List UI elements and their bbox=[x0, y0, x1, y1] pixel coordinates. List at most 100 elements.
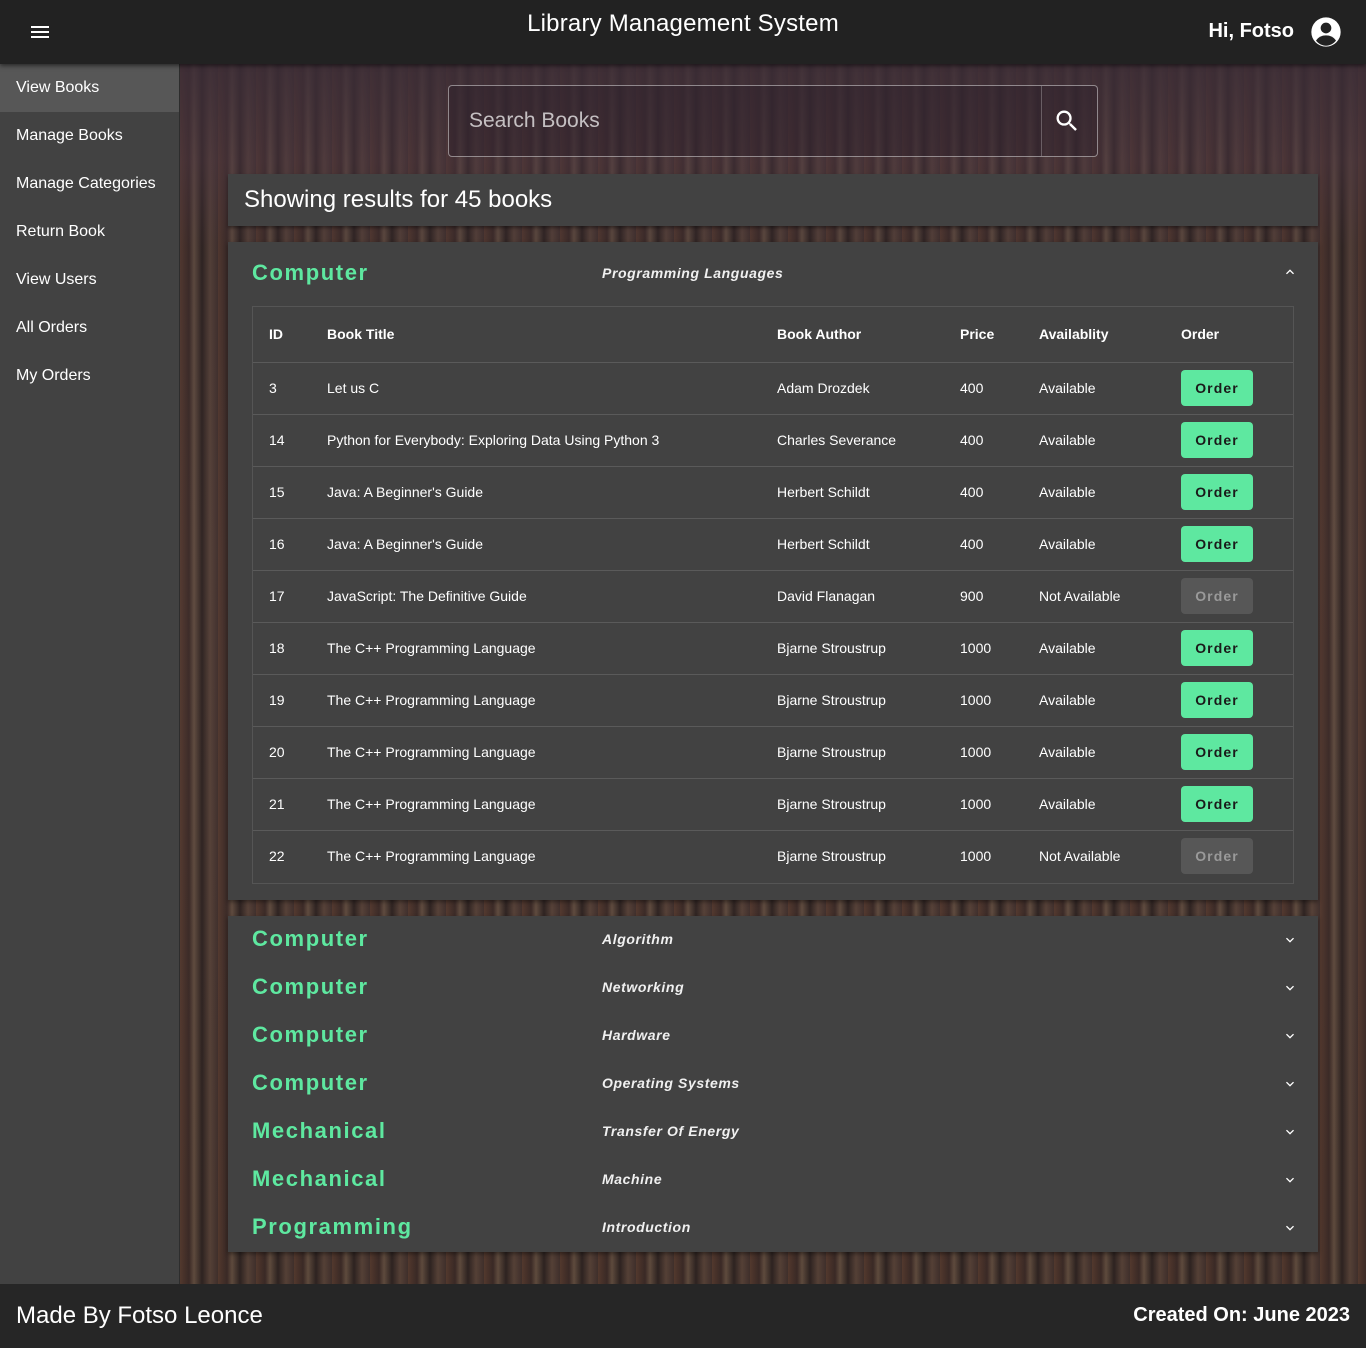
cell-title: The C++ Programming Language bbox=[327, 778, 777, 831]
cell-availability: Available bbox=[1039, 466, 1181, 519]
cell-order: Order bbox=[1181, 674, 1293, 727]
order-button[interactable]: Order bbox=[1181, 630, 1253, 666]
cell-author: Bjarne Stroustrup bbox=[777, 622, 960, 675]
sidebar-item-all-orders[interactable]: All Orders bbox=[0, 304, 179, 352]
order-button-disabled: Order bbox=[1181, 838, 1253, 875]
cell-author: Bjarne Stroustrup bbox=[777, 674, 960, 727]
cell-availability: Available bbox=[1039, 726, 1181, 779]
order-button-disabled: Order bbox=[1181, 578, 1253, 614]
cell-order: Order bbox=[1181, 414, 1293, 467]
sidebar-item-view-users[interactable]: View Users bbox=[0, 256, 179, 304]
sidebar-item-my-orders[interactable]: My Orders bbox=[0, 352, 179, 400]
column-header-price: Price bbox=[960, 307, 1039, 363]
results-summary: Showing results for 45 books bbox=[244, 186, 553, 213]
sidebar-item-return-book[interactable]: Return Book bbox=[0, 208, 179, 256]
subcategory-name: Introduction bbox=[602, 1219, 691, 1235]
chevron-down-icon[interactable] bbox=[1282, 1124, 1298, 1140]
sidebar-item-manage-books[interactable]: Manage Books bbox=[0, 112, 179, 160]
table-row: 3 Let us C Adam Drozdek 400 Available Or… bbox=[253, 362, 1293, 415]
search-icon[interactable] bbox=[1053, 107, 1081, 135]
order-button[interactable]: Order bbox=[1181, 786, 1253, 822]
cell-id: 14 bbox=[253, 414, 327, 467]
cell-price: 400 bbox=[960, 414, 1039, 467]
cell-author: Charles Severance bbox=[777, 414, 960, 467]
cell-order: Order bbox=[1181, 830, 1293, 882]
cell-id: 3 bbox=[253, 362, 327, 415]
chevron-down-icon[interactable] bbox=[1282, 980, 1298, 996]
category-panel-header[interactable]: Mechanical Machine bbox=[228, 1156, 1318, 1204]
cell-id: 16 bbox=[253, 518, 327, 571]
column-header-title: Book Title bbox=[327, 307, 777, 363]
chevron-up-icon[interactable] bbox=[1282, 264, 1298, 280]
cell-author: Bjarne Stroustrup bbox=[777, 848, 886, 865]
cell-id: 15 bbox=[253, 466, 327, 519]
column-header-id: ID bbox=[253, 307, 327, 363]
account-circle-icon[interactable] bbox=[1310, 16, 1342, 48]
cell-order: Order bbox=[1181, 570, 1293, 623]
footer-credit: Made By Fotso Leonce bbox=[16, 1302, 263, 1329]
table-row: 14 Python for Everybody: Exploring Data … bbox=[253, 414, 1293, 467]
subcategory-name: Operating Systems bbox=[602, 1075, 740, 1091]
table-row: 19 The C++ Programming Language Bjarne S… bbox=[253, 674, 1293, 727]
subcategory-name: Networking bbox=[602, 979, 685, 995]
cell-price: 1000 bbox=[960, 622, 1039, 675]
cell-id: 22 bbox=[269, 848, 285, 865]
cell-id: 21 bbox=[253, 778, 327, 831]
category-name: Mechanical bbox=[252, 1118, 387, 1143]
column-header-availability: Availablity bbox=[1039, 307, 1181, 363]
chevron-down-icon[interactable] bbox=[1282, 1220, 1298, 1236]
category-panel-header[interactable]: Computer Operating Systems bbox=[228, 1060, 1318, 1108]
sidebar-item-view-books[interactable]: View Books bbox=[0, 64, 179, 112]
cell-order: Order bbox=[1181, 362, 1293, 415]
cell-title: Java: A Beginner's Guide bbox=[327, 466, 777, 519]
cell-order: Order bbox=[1181, 726, 1293, 779]
cell-title: The C++ Programming Language bbox=[327, 726, 777, 779]
subcategory-name: Machine bbox=[602, 1171, 663, 1187]
table-row: 22 The C++ Programming Language Bjarne S… bbox=[253, 830, 1293, 882]
search-box bbox=[448, 85, 1098, 157]
cell-availability: Available bbox=[1039, 518, 1181, 571]
chevron-down-icon[interactable] bbox=[1282, 1172, 1298, 1188]
cell-price: 400 bbox=[960, 466, 1039, 519]
cell-price: 400 bbox=[960, 518, 1039, 571]
cell-order: Order bbox=[1181, 466, 1293, 519]
search-input[interactable] bbox=[449, 86, 1041, 156]
category-panel-header[interactable]: Mechanical Transfer Of Energy bbox=[228, 1108, 1318, 1156]
order-button[interactable]: Order bbox=[1181, 682, 1253, 718]
cell-availability: Available bbox=[1039, 362, 1181, 415]
order-button[interactable]: Order bbox=[1181, 734, 1253, 770]
app-title: Library Management System bbox=[527, 10, 839, 37]
category-panel-header[interactable]: Computer Algorithm bbox=[228, 916, 1318, 964]
cell-title: The C++ Programming Language bbox=[327, 848, 536, 865]
order-button[interactable]: Order bbox=[1181, 422, 1253, 458]
footer-created-date: Created On: June 2023 bbox=[1133, 1304, 1350, 1326]
category-panel-header[interactable]: Computer Hardware bbox=[228, 1012, 1318, 1060]
order-button[interactable]: Order bbox=[1181, 526, 1253, 562]
column-header-order: Order bbox=[1181, 307, 1293, 363]
cell-title: Java: A Beginner's Guide bbox=[327, 518, 777, 571]
table-row: 20 The C++ Programming Language Bjarne S… bbox=[253, 726, 1293, 779]
cell-availability: Not Available bbox=[1039, 570, 1181, 623]
cell-order: Order bbox=[1181, 518, 1293, 571]
cell-title: JavaScript: The Definitive Guide bbox=[327, 570, 777, 623]
chevron-down-icon[interactable] bbox=[1282, 1076, 1298, 1092]
search-divider bbox=[1041, 86, 1042, 156]
cell-author: Herbert Schildt bbox=[777, 518, 960, 571]
subcategory-name: Algorithm bbox=[602, 931, 674, 947]
sidebar-item-manage-categories[interactable]: Manage Categories bbox=[0, 160, 179, 208]
order-button[interactable]: Order bbox=[1181, 370, 1253, 406]
order-button[interactable]: Order bbox=[1181, 474, 1253, 510]
subcategory-name: Hardware bbox=[602, 1027, 671, 1043]
chevron-down-icon[interactable] bbox=[1282, 1028, 1298, 1044]
category-panel-header[interactable]: Computer Networking bbox=[228, 964, 1318, 1012]
category-name: Computer bbox=[252, 1022, 369, 1047]
cell-price: 1000 bbox=[960, 674, 1039, 727]
category-panel-header[interactable]: Programming Introduction bbox=[228, 1204, 1318, 1252]
cell-price: 900 bbox=[960, 570, 1039, 623]
category-panel-header[interactable]: Computer Programming Languages bbox=[228, 242, 1318, 306]
category-name: Mechanical bbox=[252, 1166, 387, 1191]
category-name: Computer bbox=[252, 974, 369, 999]
collapsed-category-panels: Computer Algorithm Computer Networking C… bbox=[228, 916, 1318, 1252]
chevron-down-icon[interactable] bbox=[1282, 932, 1298, 948]
cell-id: 17 bbox=[253, 570, 327, 623]
